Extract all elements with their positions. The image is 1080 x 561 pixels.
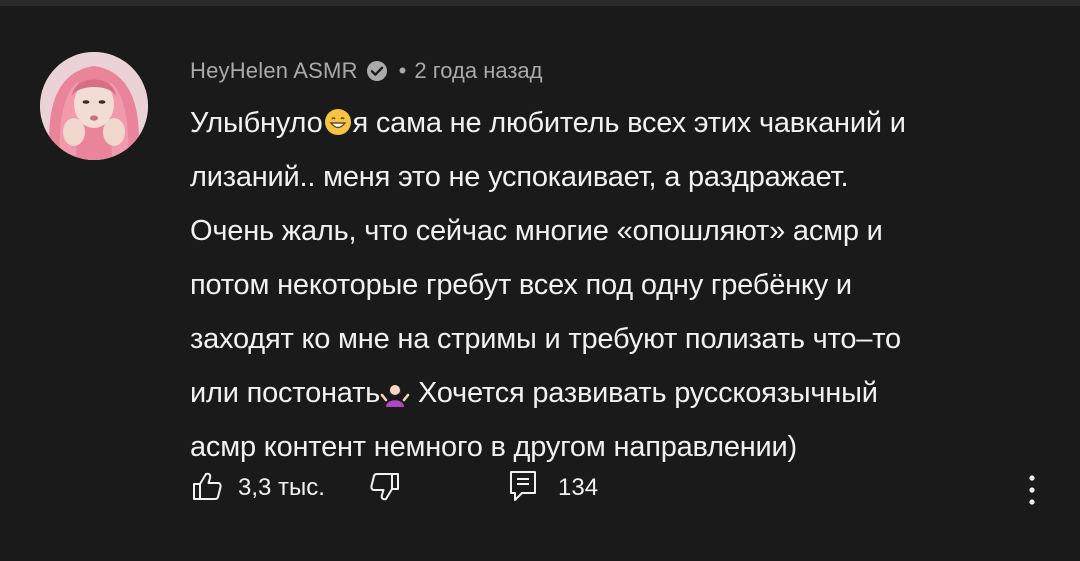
comment-line: Очень жаль, что сейчас многие «опошляют»… — [190, 215, 883, 247]
more-options-button[interactable] — [1020, 470, 1044, 510]
verified-check-icon — [365, 59, 389, 83]
thumbs-up-icon — [190, 469, 224, 508]
like-count: 3,3 тыс. — [238, 474, 325, 501]
comment-meta: HeyHelen ASMR • 2 года назад — [190, 56, 543, 86]
grinning-face-emoji — [323, 101, 353, 135]
comment-text: Улыбнуло — [190, 107, 323, 139]
more-vertical-icon — [1020, 475, 1044, 514]
comment-text: я сама не любитель всех этих чавканий и — [352, 107, 906, 139]
comment-text: Хочется развивать русскоязычный — [410, 377, 878, 409]
comment-actions: 3,3 тыс. 134 — [190, 468, 1050, 508]
comment-line: или постонать Хочется развивать русскояз… — [190, 366, 1060, 420]
replies-button[interactable]: 134 — [508, 468, 598, 508]
comment-thread: HeyHelen ASMR • 2 года назад Улыбнуло я с… — [0, 0, 1080, 561]
comment-timestamp[interactable]: 2 года назад — [414, 58, 542, 84]
avatar[interactable] — [40, 52, 148, 160]
dislike-button[interactable] — [368, 470, 404, 506]
comment-body: Улыбнуло я сама не любитель всех этих чав… — [190, 96, 1060, 474]
comment-line: асмр контент немного в другом направлени… — [190, 431, 798, 463]
like-button[interactable]: 3,3 тыс. — [190, 468, 325, 508]
reply-comment-icon — [508, 469, 538, 508]
person-shrugging-emoji — [380, 371, 410, 407]
author-name[interactable]: HeyHelen ASMR — [190, 58, 358, 84]
meta-separator: • — [398, 58, 407, 83]
comment-line: Улыбнуло я сама не любитель всех этих чав… — [190, 96, 1060, 150]
reply-count: 134 — [558, 474, 599, 501]
comment-line: заходят ко мне на стримы и требуют полиз… — [190, 323, 901, 355]
comment-line: потом некоторые гребут всех под одну гре… — [190, 269, 852, 301]
comment-text: или постонать — [190, 377, 381, 409]
comment-line: лизаний.. меня это не успокаивает, а раз… — [190, 161, 849, 193]
thumbs-down-icon — [368, 473, 402, 508]
